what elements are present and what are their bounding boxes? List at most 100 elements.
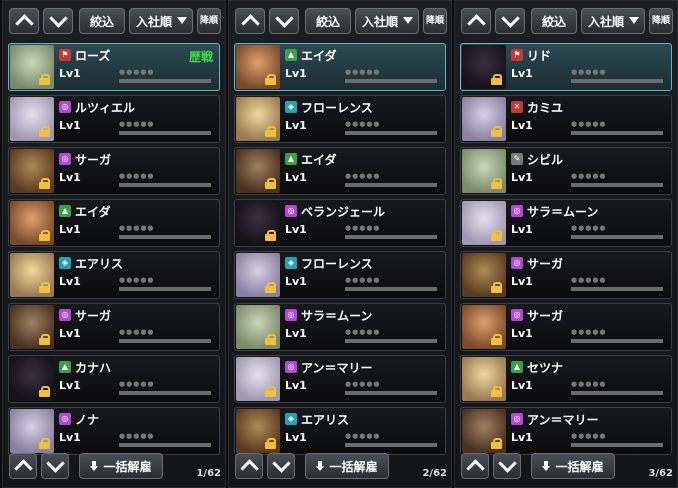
exp-bar <box>345 183 437 187</box>
lock-icon[interactable] <box>491 74 502 85</box>
bulk-release-button[interactable]: 一括解雇 <box>305 453 389 479</box>
employee-name: サーガ <box>527 257 564 271</box>
lock-icon[interactable] <box>491 386 502 397</box>
lock-icon[interactable] <box>39 74 50 85</box>
sort-select[interactable]: 入社順 <box>129 8 193 34</box>
employee-card[interactable]: ◎ サーガ Lv1 ●●●●● <box>460 251 672 299</box>
employee-card[interactable]: ▲ セツナ Lv1 ●●●●● <box>460 355 672 403</box>
employee-card[interactable]: ◎ ノナ Lv1 ●●●●● <box>8 407 220 455</box>
exp-bar <box>345 391 437 395</box>
employee-card[interactable]: ◎ アン＝マリー Lv1 ●●●●● <box>460 407 672 455</box>
employee-card[interactable]: ▲ カナハ Lv1 ●●●●● <box>8 355 220 403</box>
employee-card[interactable]: ◎ ベランジェール Lv1 ●●●●● <box>234 199 446 247</box>
lock-icon[interactable] <box>39 438 50 449</box>
filter-button[interactable]: 絞込 <box>79 8 125 34</box>
lock-icon[interactable] <box>491 126 502 137</box>
lock-icon[interactable] <box>491 230 502 241</box>
exp-bar <box>345 287 437 291</box>
employee-card[interactable]: ◎ サーガ Lv1 ●●●●● <box>460 303 672 351</box>
scroll-down-button[interactable] <box>43 8 73 34</box>
lock-icon[interactable] <box>491 438 502 449</box>
page-up-button[interactable] <box>9 453 37 479</box>
lock-icon[interactable] <box>265 282 276 293</box>
employee-card[interactable]: ◎ サーガ Lv1 ●●●●● <box>8 303 220 351</box>
lock-icon[interactable] <box>491 334 502 345</box>
employee-card[interactable]: ◈ エアリス Lv1 ●●●●● <box>8 251 220 299</box>
lock-icon[interactable] <box>39 230 50 241</box>
lock-icon[interactable] <box>265 230 276 241</box>
bulk-release-label: 一括解雇 <box>555 459 604 474</box>
employee-card[interactable]: ✎ シビル Lv1 ●●●●● <box>460 147 672 195</box>
exp-bar <box>571 443 663 447</box>
chevron-up-icon <box>240 14 260 33</box>
level-label: Lv1 <box>511 67 533 80</box>
lock-icon[interactable] <box>39 386 50 397</box>
employee-card[interactable]: ◎ ルツィエル Lv1 ●●●●● <box>8 95 220 143</box>
lock-icon[interactable] <box>265 74 276 85</box>
page-up-button[interactable] <box>461 453 489 479</box>
employee-card[interactable]: ✕ カミユ Lv1 ●●●●● <box>460 95 672 143</box>
order-toggle-button[interactable]: 降順 <box>649 8 673 34</box>
caret-down-icon <box>403 17 413 24</box>
lock-icon[interactable] <box>265 438 276 449</box>
exp-bar <box>345 79 437 83</box>
rank-dots: ●●●●● <box>571 328 607 336</box>
feather-icon: ✎ <box>511 153 523 165</box>
lock-icon[interactable] <box>39 126 50 137</box>
chevron-down-icon <box>45 454 65 473</box>
employee-name: ローズ <box>75 49 111 63</box>
chevron-down-icon <box>497 454 517 473</box>
filter-button[interactable]: 絞込 <box>531 8 577 34</box>
lock-icon[interactable] <box>265 178 276 189</box>
exp-bar <box>571 287 663 291</box>
employee-card[interactable]: ◎ サーガ Lv1 ●●●●● <box>8 147 220 195</box>
rank-dots: ●●●●● <box>345 68 381 76</box>
bulk-release-label: 一括解雇 <box>329 459 378 474</box>
employee-card[interactable]: ◎ アン＝マリー Lv1 ●●●●● <box>234 355 446 403</box>
lock-icon[interactable] <box>39 178 50 189</box>
lock-icon[interactable] <box>491 178 502 189</box>
level-label: Lv1 <box>59 327 81 340</box>
employee-card[interactable]: ▲ エイダ Lv1 ●●●●● <box>234 43 446 91</box>
employee-name: エイダ <box>301 153 337 167</box>
employee-card[interactable]: ◈ フローレンス Lv1 ●●●●● <box>234 251 446 299</box>
lock-icon[interactable] <box>265 126 276 137</box>
lock-icon[interactable] <box>265 334 276 345</box>
exp-bar <box>119 183 211 187</box>
scroll-up-button[interactable] <box>9 8 39 34</box>
employee-card[interactable]: ◈ フローレンス Lv1 ●●●●● <box>234 95 446 143</box>
scroll-up-button[interactable] <box>235 8 265 34</box>
rank-dots: ●●●●● <box>345 432 381 440</box>
exp-bar <box>345 131 437 135</box>
sort-select[interactable]: 入社順 <box>355 8 419 34</box>
employee-card[interactable]: ◎ サラ＝ムーン Lv1 ●●●●● <box>460 199 672 247</box>
scroll-down-button[interactable] <box>495 8 525 34</box>
order-toggle-button[interactable]: 降順 <box>197 8 221 34</box>
swirl-icon: ◎ <box>511 257 523 269</box>
page-down-button[interactable] <box>41 453 69 479</box>
employee-card[interactable]: ▲ エイダ Lv1 ●●●●● <box>234 147 446 195</box>
employee-card[interactable]: ◈ エアリス Lv1 ●●●●● <box>234 407 446 455</box>
employee-card[interactable]: ⚑ ローズ 歴戦 Lv1 ●●●●● <box>8 43 220 91</box>
scroll-down-button[interactable] <box>269 8 299 34</box>
bulk-release-button[interactable]: 一括解雇 <box>531 453 615 479</box>
level-label: Lv1 <box>511 431 533 444</box>
lock-icon[interactable] <box>491 282 502 293</box>
lock-icon[interactable] <box>39 334 50 345</box>
employee-card[interactable]: ⚑ リド Lv1 ●●●●● <box>460 43 672 91</box>
employee-card[interactable]: ▲ エイダ Lv1 ●●●●● <box>8 199 220 247</box>
employee-list: ⚑ リド Lv1 ●●●●● ✕ カミユ Lv1 ●●●●● ✎ シビル Lv1 ●●●●● ◎ サラ＝ム… <box>460 43 672 459</box>
bulk-release-button[interactable]: 一括解雇 <box>79 453 163 479</box>
sort-select[interactable]: 入社順 <box>581 8 645 34</box>
veteran-badge: 歴戦 <box>188 50 213 64</box>
leaf-icon: ▲ <box>511 361 523 373</box>
lock-icon[interactable] <box>39 282 50 293</box>
employee-card[interactable]: ◎ サラ＝ムーン Lv1 ●●●●● <box>234 303 446 351</box>
lock-icon[interactable] <box>265 386 276 397</box>
filter-button[interactable]: 絞込 <box>305 8 351 34</box>
page-down-button[interactable] <box>267 453 295 479</box>
scroll-up-button[interactable] <box>461 8 491 34</box>
page-down-button[interactable] <box>493 453 521 479</box>
page-up-button[interactable] <box>235 453 263 479</box>
order-toggle-button[interactable]: 降順 <box>423 8 447 34</box>
